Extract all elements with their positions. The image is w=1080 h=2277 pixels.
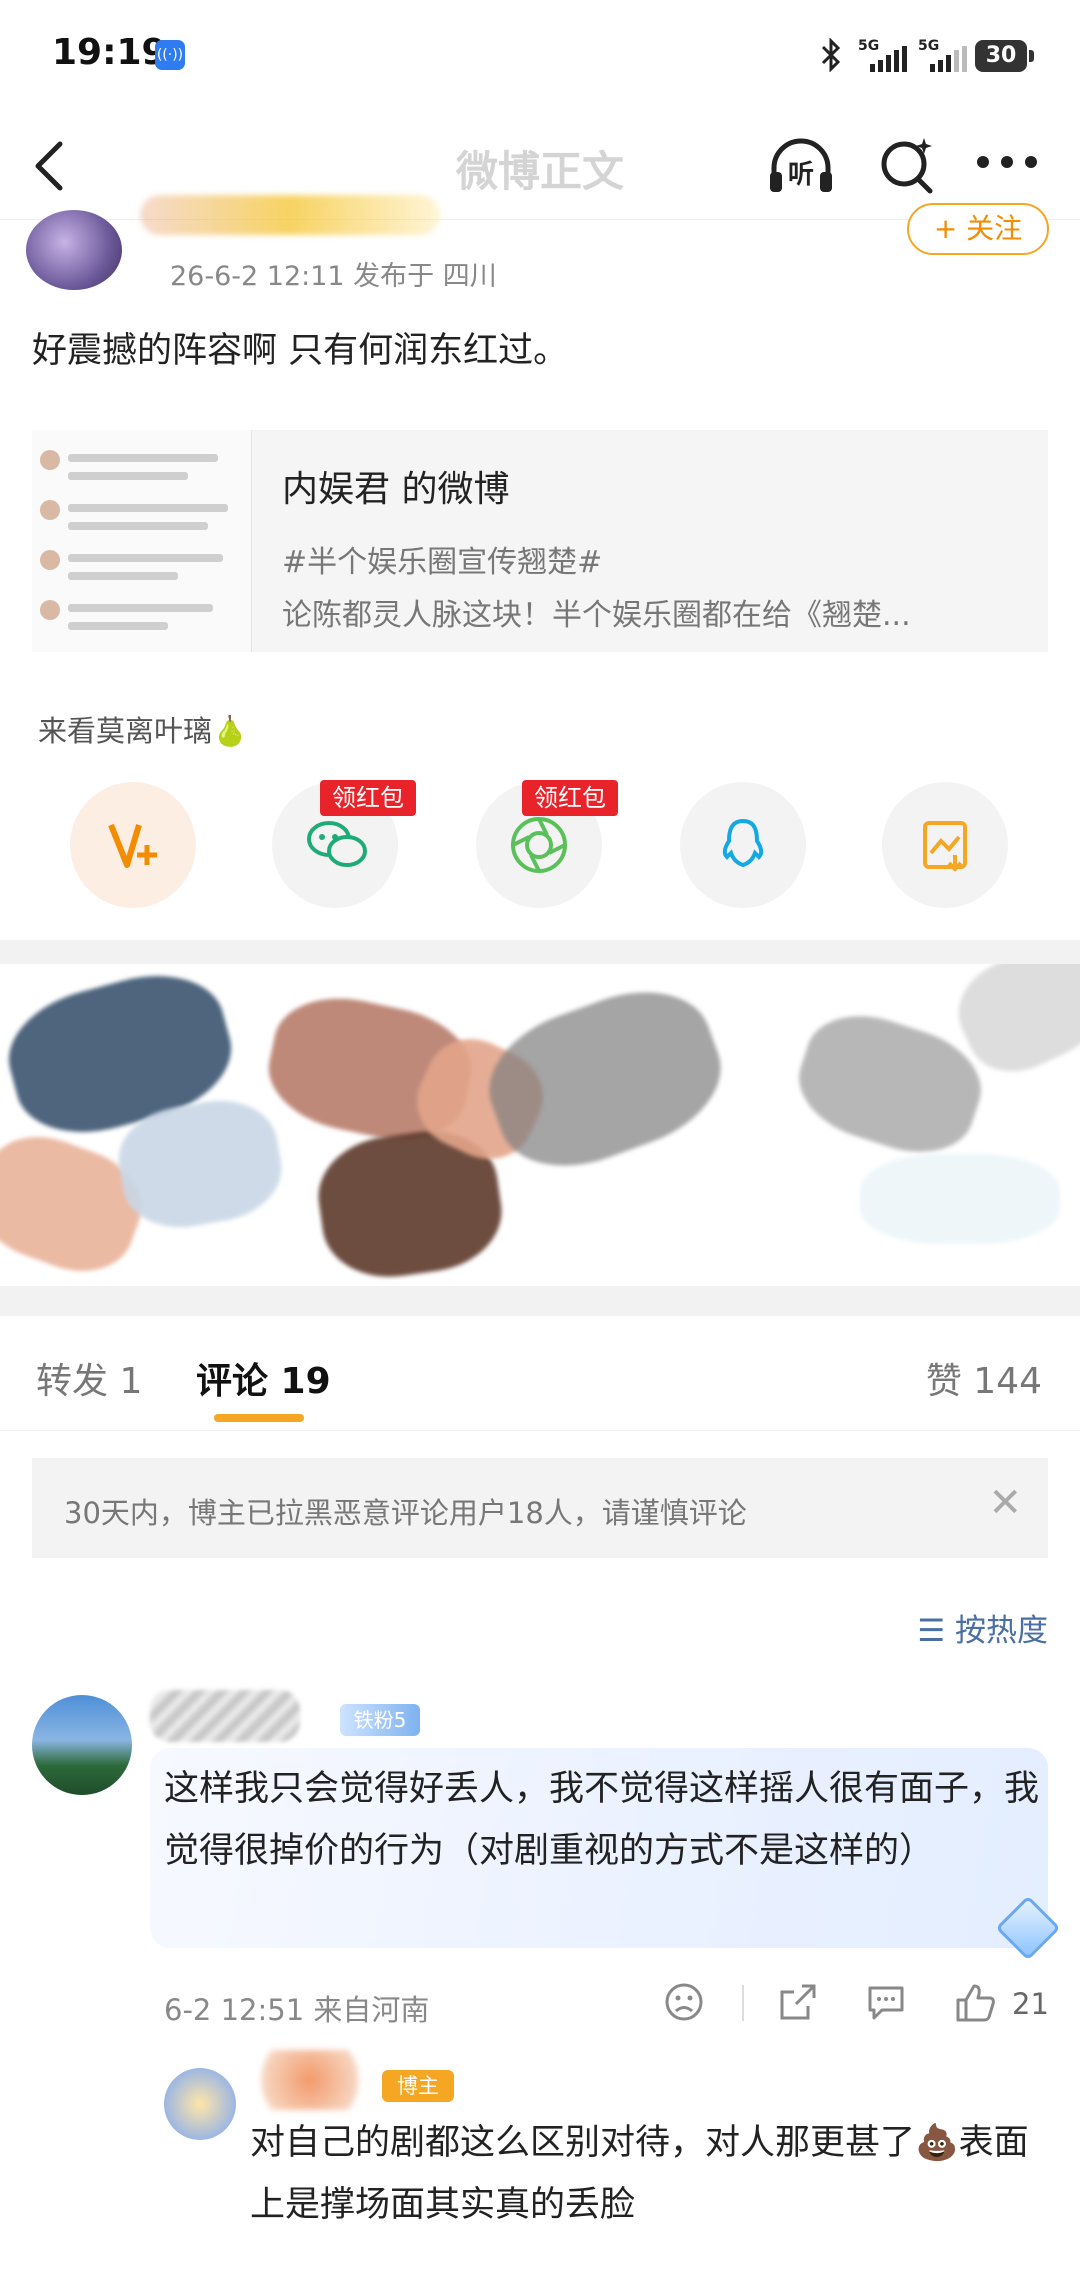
hongbao-badge-wechat: 领红包 xyxy=(320,780,416,816)
reply-author-avatar[interactable] xyxy=(164,2068,236,2140)
vplus-icon xyxy=(108,823,157,868)
signal-bars-1-icon xyxy=(870,46,907,72)
comment-icon xyxy=(868,1986,904,2020)
share-icon xyxy=(780,1984,816,2020)
sort-label: 按热度 xyxy=(955,1613,1048,1649)
status-bar: 19:19 ((·)) 5G 5G 30 xyxy=(0,0,1080,110)
network-badge-icon: ((·)) xyxy=(155,40,185,70)
reply-button[interactable] xyxy=(866,1982,906,2026)
post-text: 好震撼的阵容啊 只有何润东红过。 xyxy=(32,331,569,371)
more-icon xyxy=(977,156,1037,168)
active-tab-indicator xyxy=(214,1414,304,1422)
more-button[interactable] xyxy=(975,150,1039,178)
fan-level-badge: 铁粉5 xyxy=(340,1704,420,1736)
follow-button[interactable]: + 关注 xyxy=(907,203,1049,255)
qq-icon xyxy=(722,818,764,868)
dislike-face-icon xyxy=(665,1983,703,2021)
like-button[interactable] xyxy=(954,1982,996,2026)
section-divider xyxy=(0,1286,1080,1316)
battery-indicator: 30 xyxy=(975,40,1034,72)
shared-card-description: 论陈都灵人脉这块！半个娱乐圈都在给《翘楚... xyxy=(282,598,911,633)
post-meta: 26-6-2 12:11 发布于 四川 xyxy=(170,261,497,292)
author-name-redacted[interactable] xyxy=(140,195,440,235)
bluetooth-icon xyxy=(820,37,842,80)
tab-repost[interactable]: 转发 1 xyxy=(36,1352,142,1404)
notice-text: 30天内，博主已拉黑恶意评论用户18人，请谨慎评论 xyxy=(64,1496,747,1530)
tabs-divider xyxy=(0,1430,1080,1431)
shared-card-title: 内娱君 的微博 xyxy=(282,469,510,510)
share-qq-button[interactable] xyxy=(680,782,806,908)
shared-card-thumbnail xyxy=(32,430,252,652)
dislike-button[interactable] xyxy=(664,1982,704,2026)
commenter-name-redacted[interactable] xyxy=(150,1690,300,1742)
moments-icon xyxy=(511,817,567,873)
search-icon xyxy=(881,138,933,194)
section-divider xyxy=(0,940,1080,964)
close-icon[interactable]: ✕ xyxy=(988,1480,1022,1526)
wechat-icon xyxy=(307,821,367,867)
listen-label: 听 xyxy=(788,160,815,190)
signal-bars-2-icon xyxy=(930,46,967,72)
related-link[interactable]: 来看莫离叶璃🍐 xyxy=(38,708,248,750)
action-divider xyxy=(742,1985,744,2021)
comment-notice-banner: 30天内，博主已拉黑恶意评论用户18人，请谨慎评论 ✕ xyxy=(32,1458,1048,1558)
reply-text: 对自己的剧都这么区别对待，对人那更甚了💩表面上是撑场面其实真的丢脸 xyxy=(250,2123,1029,2225)
shared-weibo-card[interactable]: 内娱君 的微博 #半个娱乐圈宣传翘楚# 论陈都灵人脉这块！半个娱乐圈都在给《翘楚… xyxy=(32,430,1048,652)
sort-by-hot-button[interactable]: ☰ 按热度 xyxy=(917,1605,1048,1650)
share-vplus-button[interactable] xyxy=(70,782,196,908)
save-image-button[interactable] xyxy=(882,782,1008,908)
hongbao-badge-moments: 领红包 xyxy=(522,780,618,816)
thumbs-up-icon xyxy=(956,1984,995,2022)
author-avatar[interactable] xyxy=(26,210,122,290)
blogger-badge: 博主 xyxy=(382,2070,454,2102)
tab-comments[interactable]: 评论 19 xyxy=(196,1352,331,1404)
share-comment-button[interactable] xyxy=(778,1982,818,2026)
shared-card-hashtag[interactable]: #半个娱乐圈宣传翘楚# xyxy=(282,537,602,581)
status-time: 19:19 xyxy=(52,32,167,73)
listen-button[interactable]: 听 xyxy=(766,134,836,198)
comment-meta: 6-2 12:51 来自河南 xyxy=(164,1993,430,2027)
tab-likes[interactable]: 赞 144 xyxy=(926,1352,1042,1404)
sort-icon: ☰ xyxy=(917,1613,955,1649)
comment-like-count: 21 xyxy=(1012,1987,1049,2021)
redacted-image-banner xyxy=(0,964,1080,1286)
commenter-avatar[interactable] xyxy=(32,1695,132,1795)
reply-author-name-redacted[interactable] xyxy=(250,2050,370,2110)
save-image-icon xyxy=(923,821,967,872)
comment-text: 这样我只会觉得好丢人，我不觉得这样摇人很有面子，我觉得很掉价的行为（对剧重视的方… xyxy=(164,1769,1040,1871)
search-button[interactable] xyxy=(878,134,938,202)
